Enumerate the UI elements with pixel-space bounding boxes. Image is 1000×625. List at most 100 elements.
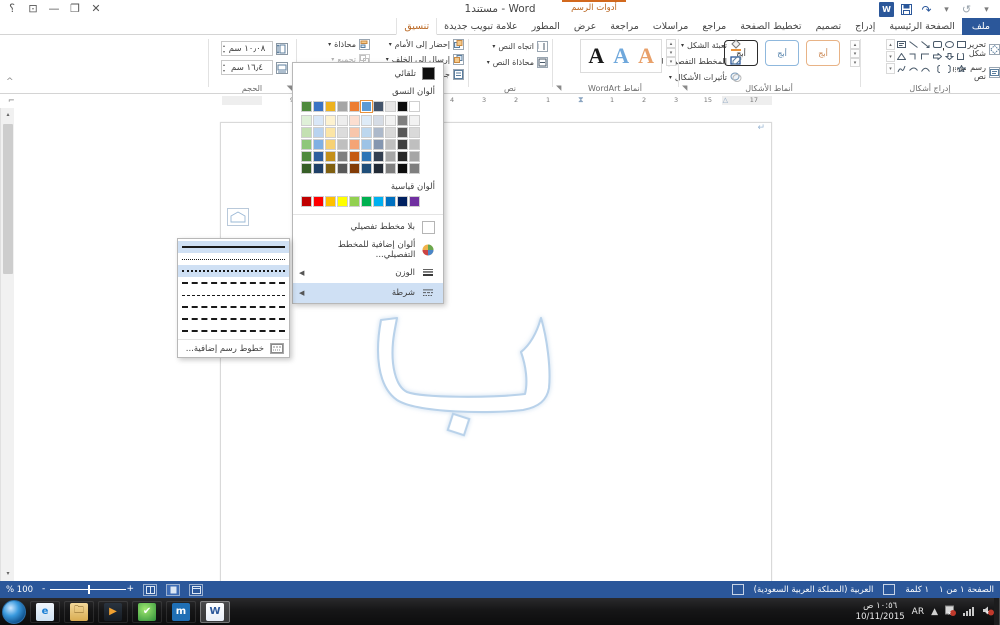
theme-color-variant-swatch[interactable] — [385, 115, 396, 126]
scroll-down-icon[interactable]: ▾ — [886, 51, 895, 62]
theme-color-variant-swatch[interactable] — [361, 139, 372, 150]
theme-color-variant-swatch[interactable] — [325, 115, 336, 126]
more-outline-colors-item[interactable]: ألوان إضافية للمخطط التفصيلي... — [293, 237, 443, 263]
theme-color-swatch[interactable] — [325, 101, 336, 112]
chevron-down-icon[interactable]: ▾ — [487, 59, 490, 66]
view-button-read-mode[interactable] — [143, 583, 158, 596]
network-icon[interactable] — [963, 605, 975, 619]
shape-outline-dropdown-menu[interactable]: تلقائي ألوان النسق ألوان قياسية بلا مخطط… — [292, 62, 444, 304]
theme-color-variant-swatch[interactable] — [385, 139, 396, 150]
theme-color-variant-swatch[interactable] — [385, 151, 396, 162]
zoom-in-icon[interactable]: + — [126, 585, 134, 594]
shape-styles-scroll[interactable]: ▴ ▾ ▾ — [850, 40, 860, 67]
automatic-color-swatch[interactable] — [422, 67, 435, 80]
shape-styles-more-icon[interactable]: ▾ — [850, 58, 860, 67]
tab-home[interactable]: الصفحة الرئيسية — [882, 18, 962, 35]
tab-mailings[interactable]: مراسلات — [646, 18, 696, 35]
tab-references[interactable]: مراجع — [695, 18, 733, 35]
dash-styles-list[interactable] — [178, 241, 289, 337]
theme-color-variant-swatch[interactable] — [325, 139, 336, 150]
tab-insert[interactable]: إدراج — [848, 18, 882, 35]
show-hidden-icons-icon[interactable]: ▲ — [931, 607, 938, 617]
start-button[interactable] — [2, 599, 26, 624]
shape-line-arrow-icon[interactable] — [920, 39, 931, 50]
wordart-gallery[interactable]: A A A — [580, 39, 662, 73]
theme-color-variant-swatch[interactable] — [361, 127, 372, 138]
taskbar-app-internet-explorer[interactable]: e — [30, 600, 60, 623]
theme-color-swatch[interactable] — [397, 101, 408, 112]
theme-color-variant-swatch[interactable] — [397, 115, 408, 126]
dashes-submenu[interactable]: خطوط رسم إضافية... — [177, 238, 290, 358]
shape-style-preview-1[interactable]: أبج — [806, 40, 840, 66]
zoom-slider[interactable]: + - — [42, 584, 134, 595]
dash-style-item[interactable] — [178, 325, 289, 337]
theme-color-variant-swatch[interactable] — [337, 163, 348, 174]
dash-style-item[interactable] — [178, 241, 289, 253]
tab-view[interactable]: عرض — [567, 18, 603, 35]
tab-review[interactable]: مراجعة — [603, 18, 646, 35]
standard-color-swatch[interactable] — [409, 196, 420, 207]
shape-height-input[interactable]: ▴ ▾ ١٠٫٠٨ سم — [221, 41, 273, 56]
wordart-preview-1[interactable]: A — [638, 42, 654, 70]
theme-color-variant-swatch[interactable] — [337, 139, 348, 150]
theme-color-variant-swatch[interactable] — [337, 151, 348, 162]
shape-line-icon[interactable] — [908, 39, 919, 50]
tab-format[interactable]: تنسيق — [396, 18, 438, 35]
theme-color-variant-swatch[interactable] — [349, 151, 360, 162]
dash-style-item[interactable] — [178, 313, 289, 325]
theme-color-variant-swatch[interactable] — [409, 151, 420, 162]
zoom-level[interactable]: 100 % — [6, 585, 33, 595]
theme-color-variant-swatch[interactable] — [361, 163, 372, 174]
taskbar-app-file-explorer[interactable]: 🗀 — [64, 600, 94, 623]
shape-arc-icon[interactable] — [920, 63, 931, 74]
shape-elbow-connector-icon[interactable] — [920, 51, 931, 62]
theme-color-variant-swatch[interactable] — [313, 151, 324, 162]
automatic-color-item[interactable]: تلقائي — [293, 63, 443, 84]
shape-triangle-icon[interactable] — [896, 51, 907, 62]
shape-style-preview-2[interactable]: أبج — [765, 40, 799, 66]
weight-item[interactable]: الوزن ◀ — [293, 263, 443, 283]
theme-color-variant-swatch[interactable] — [409, 127, 420, 138]
theme-color-variant-swatch[interactable] — [325, 151, 336, 162]
theme-color-variant-swatch[interactable] — [301, 127, 312, 138]
wordart-gallery-scroll[interactable]: ▴ ▾ ▾ — [666, 39, 676, 66]
dash-style-item[interactable] — [178, 253, 289, 265]
theme-color-swatch[interactable] — [360, 100, 373, 113]
theme-color-variant-swatch[interactable] — [349, 115, 360, 126]
zoom-thumb[interactable] — [88, 585, 91, 594]
theme-color-variant-swatch[interactable] — [349, 139, 360, 150]
page-info[interactable]: الصفحة ١ من ١ — [939, 585, 994, 595]
no-outline-item[interactable]: بلا مخطط تفصيلي — [293, 217, 443, 237]
theme-color-variant-swatch[interactable] — [373, 139, 384, 150]
vertical-scrollbar[interactable]: ▴ ▾ — [0, 108, 14, 581]
text-direction-button[interactable]: ll اتجاه النص ▾ — [487, 41, 548, 52]
proofing-errors-icon[interactable] — [883, 584, 896, 595]
align-objects-button[interactable]: محاذاة ▾ — [300, 39, 370, 50]
more-lines-item[interactable]: خطوط رسم إضافية... — [178, 340, 289, 357]
theme-color-variant-swatch[interactable] — [361, 151, 372, 162]
taskbar-app-word[interactable]: W — [200, 600, 230, 623]
theme-color-variant-swatch[interactable] — [373, 163, 384, 174]
shape-width-input[interactable]: ▴ ▾ ١٦٫٤ سم — [221, 60, 273, 75]
theme-color-swatch[interactable] — [385, 101, 396, 112]
theme-color-variant-swatch[interactable] — [313, 139, 324, 150]
theme-color-variant-swatch[interactable] — [397, 151, 408, 162]
shape-elbow-arrow-icon[interactable] — [908, 51, 919, 62]
theme-color-variant-swatch[interactable] — [349, 127, 360, 138]
shape-text-box-icon[interactable] — [896, 39, 907, 50]
theme-color-swatch[interactable] — [301, 101, 312, 112]
theme-colors-palette[interactable] — [293, 99, 443, 179]
document-area[interactable]: ↵ — [0, 108, 1000, 582]
tab-new-tab[interactable]: علامة تبويب جديدة — [437, 18, 524, 35]
undo-icon[interactable]: ↺ — [959, 2, 974, 17]
standard-color-swatch[interactable] — [397, 196, 408, 207]
dashes-item[interactable]: شرطة ◀ — [293, 283, 443, 303]
scroll-up-icon[interactable]: ▴ — [850, 40, 860, 49]
collapse-ribbon-button[interactable]: ^ — [6, 77, 14, 87]
theme-color-variant-swatch[interactable] — [361, 115, 372, 126]
theme-color-swatch[interactable] — [373, 101, 384, 112]
indent-marker-icon[interactable]: ⧗ — [578, 95, 584, 105]
shape-oval-icon[interactable] — [944, 39, 955, 50]
standard-colors-palette[interactable] — [293, 194, 443, 212]
macro-record-icon[interactable] — [731, 584, 744, 595]
